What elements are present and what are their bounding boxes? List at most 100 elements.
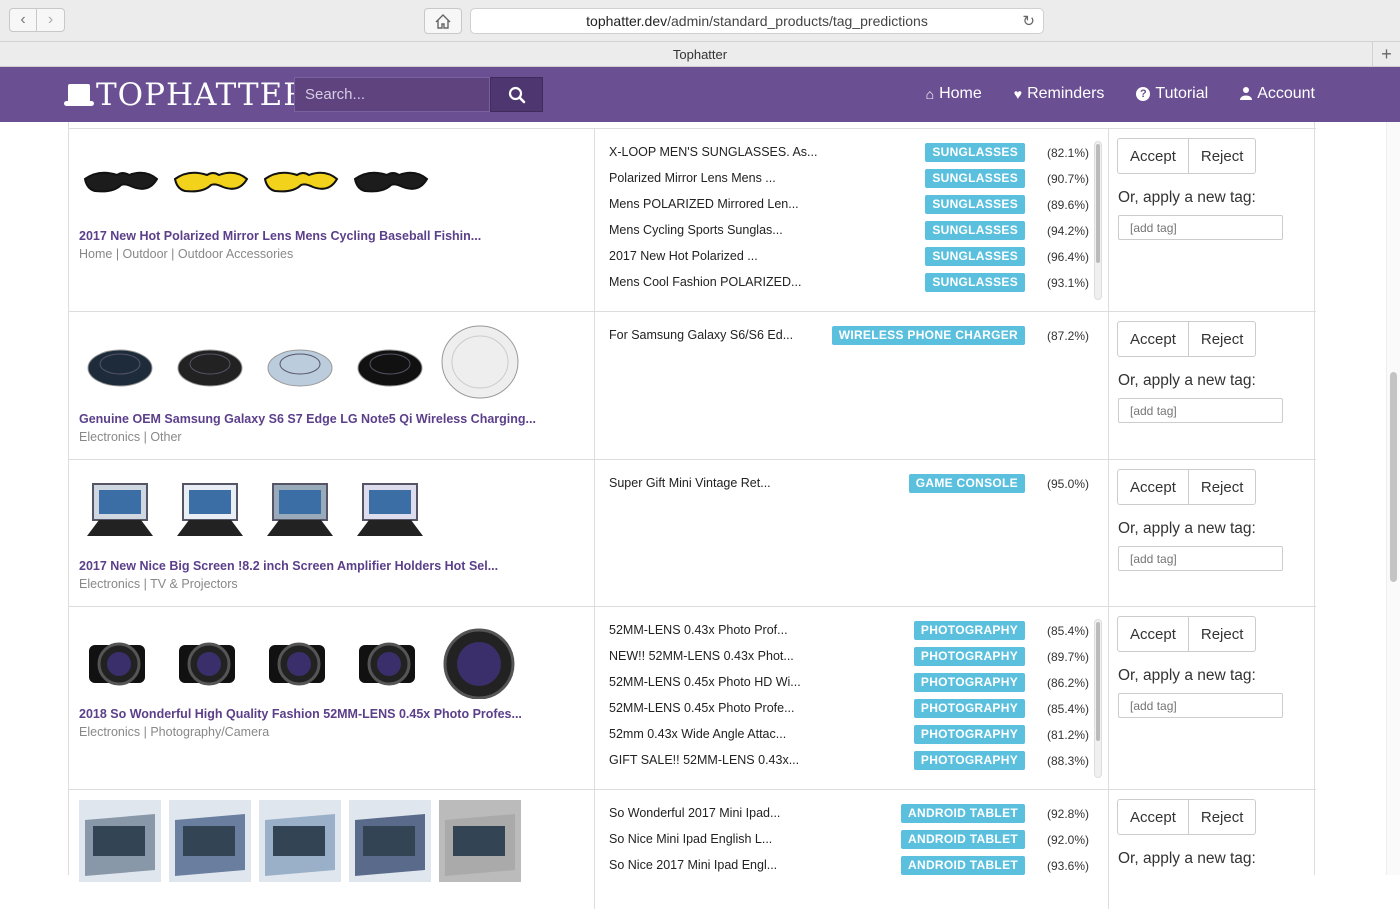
product-thumbnail[interactable] <box>79 322 161 404</box>
search-button[interactable] <box>490 77 543 112</box>
tag-badge[interactable]: PHOTOGRAPHY <box>913 725 1025 744</box>
product-thumbnail[interactable] <box>79 800 161 882</box>
product-title-link[interactable]: Genuine OEM Samsung Galaxy S6 S7 Edge LG… <box>79 412 536 426</box>
product-thumbnail[interactable] <box>259 617 341 699</box>
menu-item-home[interactable]: ⌂ Home <box>926 85 982 103</box>
prediction-percent: (88.3%) <box>1046 754 1089 768</box>
product-title-link[interactable]: 2017 New Nice Big Screen !8.2 inch Scree… <box>79 559 498 573</box>
reject-button[interactable]: Reject <box>1188 138 1257 174</box>
product-thumbnail[interactable] <box>439 800 521 882</box>
product-thumbnail[interactable] <box>439 322 521 404</box>
accept-button[interactable]: Accept <box>1117 616 1189 652</box>
product-thumbnail[interactable] <box>79 470 161 552</box>
browser-home-icon[interactable] <box>424 8 462 34</box>
reject-button[interactable]: Reject <box>1188 799 1257 835</box>
prediction-item: Mens Cool Fashion POLARIZED... SUNGLASSES… <box>609 273 1089 293</box>
product-thumbnail[interactable] <box>349 470 431 552</box>
tag-badge[interactable]: ANDROID TABLET <box>901 830 1025 849</box>
reload-icon[interactable]: ↻ <box>1022 12 1035 30</box>
product-cell: 2017 New Hot Polarized Mirror Lens Mens … <box>69 129 595 311</box>
apply-tag-label: Or, apply a new tag: <box>1118 667 1256 684</box>
new-tab-icon[interactable]: + <box>1372 41 1400 67</box>
search-field[interactable] <box>294 77 490 112</box>
prediction-item: X-LOOP MEN'S SUNGLASSES. As... SUNGLASSES… <box>609 143 1089 163</box>
product-thumbnail[interactable] <box>259 139 341 221</box>
tag-badge[interactable]: GAME CONSOLE <box>908 474 1025 493</box>
product-thumbnail[interactable] <box>169 617 251 699</box>
accept-button[interactable]: Accept <box>1117 469 1189 505</box>
product-images <box>79 800 521 882</box>
search-input[interactable] <box>305 86 485 103</box>
product-thumbnail[interactable] <box>169 470 251 552</box>
tag-badge[interactable]: SUNGLASSES <box>925 169 1025 188</box>
add-tag-input[interactable] <box>1118 215 1283 240</box>
product-thumbnail[interactable] <box>259 800 341 882</box>
tag-badge[interactable]: PHOTOGRAPHY <box>913 673 1025 692</box>
accept-reject-group: Accept Reject <box>1117 616 1257 652</box>
tag-badge[interactable]: PHOTOGRAPHY <box>913 699 1025 718</box>
product-title-link[interactable]: 2017 New Hot Polarized Mirror Lens Mens … <box>79 229 481 243</box>
forward-icon[interactable]: › <box>37 8 65 32</box>
accept-button[interactable]: Accept <box>1117 799 1189 835</box>
back-icon[interactable]: ‹ <box>9 8 37 32</box>
actions-cell: Accept Reject Or, apply a new tag: <box>1109 790 1315 909</box>
product-thumbnail[interactable] <box>169 322 251 404</box>
product-thumbnail[interactable] <box>349 617 431 699</box>
predictions-scrollbar[interactable] <box>1094 141 1102 300</box>
tag-badge[interactable]: SUNGLASSES <box>925 221 1025 240</box>
tag-badge[interactable]: PHOTOGRAPHY <box>913 647 1025 666</box>
prediction-title: Polarized Mirror Lens Mens ... <box>609 171 776 185</box>
reject-button[interactable]: Reject <box>1188 616 1257 652</box>
prediction-title: Mens POLARIZED Mirrored Len... <box>609 197 799 211</box>
prediction-title: Mens Cycling Sports Sunglas... <box>609 223 783 237</box>
tag-badge[interactable]: SUNGLASSES <box>925 143 1025 162</box>
predictions-scrollbar[interactable] <box>1094 619 1102 778</box>
product-thumbnail[interactable] <box>349 322 431 404</box>
reject-button[interactable]: Reject <box>1188 469 1257 505</box>
tag-badge[interactable]: SUNGLASSES <box>925 273 1025 292</box>
menu-item-account[interactable]: Account <box>1240 85 1315 103</box>
product-title-link[interactable]: 2018 So Wonderful High Quality Fashion 5… <box>79 707 522 721</box>
tag-badge[interactable]: ANDROID TABLET <box>901 856 1025 875</box>
product-thumbnail[interactable] <box>349 139 431 221</box>
tag-badge[interactable]: SUNGLASSES <box>925 195 1025 214</box>
tag-badge[interactable]: SUNGLASSES <box>925 247 1025 266</box>
prediction-percent: (93.6%) <box>1046 859 1089 873</box>
prediction-percent: (90.7%) <box>1046 172 1089 186</box>
product-thumbnail[interactable] <box>439 617 521 699</box>
history-nav: ‹ › <box>9 8 65 32</box>
prediction-item: Super Gift Mini Vintage Ret... GAME CONSO… <box>609 474 1089 494</box>
page-scrollbar[interactable] <box>1386 122 1400 875</box>
main-menu: ⌂ Home ♥ Reminders ? Tutorial Account <box>926 85 1315 103</box>
add-tag-input[interactable] <box>1118 693 1283 718</box>
menu-item-reminders[interactable]: ♥ Reminders <box>1014 85 1105 103</box>
menu-item-label: Tutorial <box>1155 85 1209 102</box>
address-bar[interactable]: tophatter.dev/admin/standard_products/ta… <box>470 8 1044 34</box>
prediction-percent: (96.4%) <box>1046 250 1089 264</box>
tag-badge[interactable]: PHOTOGRAPHY <box>913 751 1025 770</box>
product-thumbnail[interactable] <box>259 470 341 552</box>
accept-button[interactable]: Accept <box>1117 321 1189 357</box>
add-tag-input[interactable] <box>1118 546 1283 571</box>
product-thumbnail[interactable] <box>79 139 161 221</box>
product-thumbnail[interactable] <box>169 800 251 882</box>
reject-button[interactable]: Reject <box>1188 321 1257 357</box>
product-thumbnail[interactable] <box>259 322 341 404</box>
product-thumbnail[interactable] <box>79 617 161 699</box>
product-category: Electronics | Other <box>79 430 182 444</box>
accept-button[interactable]: Accept <box>1117 138 1189 174</box>
tophatter-logo[interactable]: TOPHATTER <box>64 77 308 113</box>
product-thumbnail[interactable] <box>349 800 431 882</box>
tag-badge[interactable]: WIRELESS PHONE CHARGER <box>831 326 1025 345</box>
add-tag-input[interactable] <box>1118 398 1283 423</box>
menu-item-tutorial[interactable]: ? Tutorial <box>1136 85 1208 103</box>
predictions-cell: Super Gift Mini Vintage Ret... GAME CONSO… <box>595 460 1109 606</box>
product-thumbnail[interactable] <box>169 139 251 221</box>
prediction-percent: (81.2%) <box>1046 728 1089 742</box>
tag-badge[interactable]: ANDROID TABLET <box>901 804 1025 823</box>
prediction-item: GIFT SALE!! 52MM-LENS 0.43x... PHOTOGRAPH… <box>609 751 1089 771</box>
tab-title[interactable]: Tophatter <box>673 47 727 62</box>
product-images <box>79 139 431 221</box>
apply-tag-label: Or, apply a new tag: <box>1118 189 1256 206</box>
tag-badge[interactable]: PHOTOGRAPHY <box>913 621 1025 640</box>
